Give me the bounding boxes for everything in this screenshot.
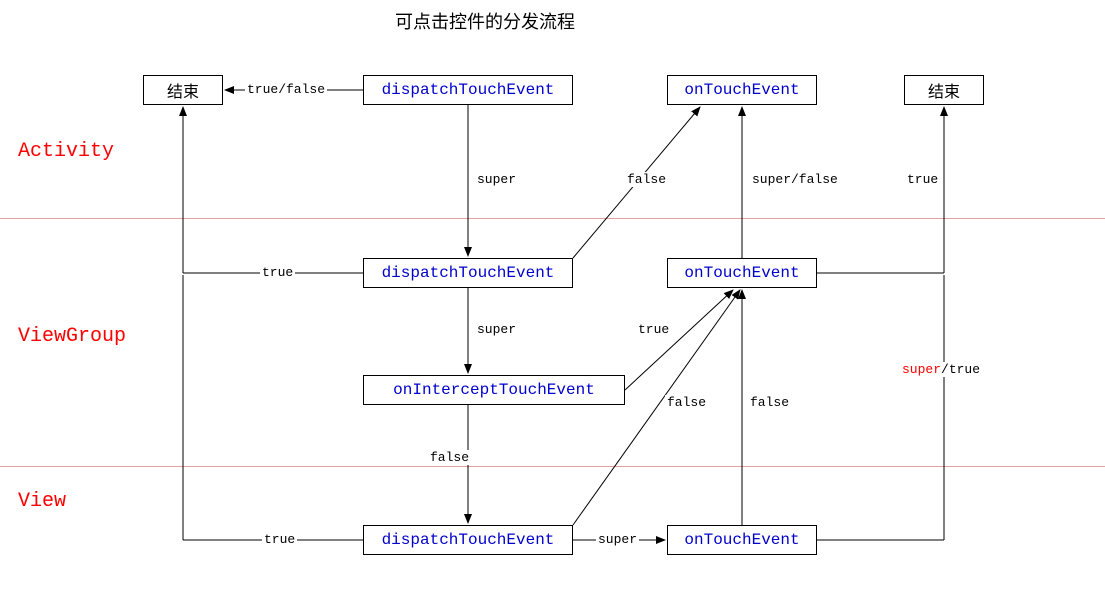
layer-label-view: View: [18, 490, 66, 513]
edge-label-true-view-left: true: [262, 532, 297, 547]
node-activity-dispatch: dispatchTouchEvent: [363, 75, 573, 105]
diagram-canvas: 可点击控件的分发流程 Activity ViewGroup View 结束 di…: [0, 0, 1105, 612]
edge-label-true-false: true/false: [245, 82, 327, 97]
divider-activity-viewgroup: [0, 218, 1105, 219]
divider-viewgroup-view: [0, 466, 1105, 467]
edge-label-super-false: super/false: [750, 172, 840, 187]
edge-label-super-1: super: [475, 172, 518, 187]
edge-label-super-2: super: [475, 322, 518, 337]
node-end-right: 结束: [904, 75, 984, 105]
edge-label-super-true: super/true: [900, 362, 982, 377]
diagram-title: 可点击控件的分发流程: [395, 8, 575, 34]
node-activity-ontouch: onTouchEvent: [667, 75, 817, 105]
node-end-left: 结束: [143, 75, 223, 105]
edge-label-false-view: false: [665, 395, 708, 410]
edge-label-true-top-right: true: [905, 172, 940, 187]
node-view-dispatch: dispatchTouchEvent: [363, 525, 573, 555]
node-view-ontouch: onTouchEvent: [667, 525, 817, 555]
node-viewgroup-dispatch: dispatchTouchEvent: [363, 258, 573, 288]
edge-label-true-intercept: true: [636, 322, 671, 337]
edge-label-false-1: false: [625, 172, 668, 187]
node-viewgroup-intercept: onInterceptTouchEvent: [363, 375, 625, 405]
layer-label-activity: Activity: [18, 140, 114, 163]
edge-label-false-intercept: false: [428, 450, 471, 465]
edge-label-false-vg-right: false: [748, 395, 791, 410]
edge-label-super-red: super: [902, 362, 941, 377]
node-viewgroup-ontouch: onTouchEvent: [667, 258, 817, 288]
layer-label-viewgroup: ViewGroup: [18, 325, 126, 348]
edge-label-true-vg-left: true: [260, 265, 295, 280]
edge-label-super-3: super: [596, 532, 639, 547]
